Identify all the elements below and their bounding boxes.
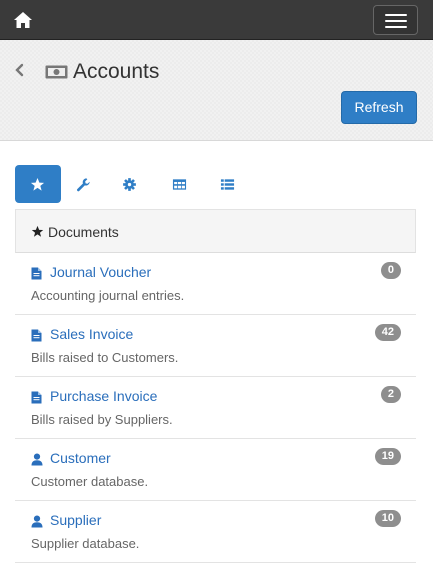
top-navbar	[0, 0, 433, 40]
item-description: Accounting journal entries.	[31, 288, 185, 303]
tab-starred[interactable]	[15, 165, 61, 203]
item-title[interactable]: Supplier	[50, 512, 101, 528]
list-item-sales-invoice[interactable]: Sales Invoice Bills raised to Customers.…	[15, 315, 416, 377]
section-header: Documents	[15, 209, 416, 253]
user-icon	[31, 515, 43, 528]
tab-setup[interactable]	[61, 165, 107, 203]
star-icon	[30, 177, 45, 191]
home-icon[interactable]	[13, 11, 33, 29]
wrench-icon	[77, 178, 90, 192]
count-badge: 2	[380, 386, 401, 403]
list-icon	[220, 179, 235, 190]
table-icon	[172, 179, 187, 190]
list-item-purchase-invoice[interactable]: Purchase Invoice Bills raised by Supplie…	[15, 377, 416, 439]
item-title[interactable]: Sales Invoice	[50, 326, 133, 342]
star-icon	[31, 225, 44, 237]
item-title[interactable]: Purchase Invoice	[50, 388, 157, 404]
tab-list[interactable]	[205, 165, 251, 203]
hamburger-icon-bar	[385, 20, 407, 22]
item-description: Customer database.	[31, 474, 149, 489]
count-badge: 10	[374, 510, 401, 527]
refresh-button[interactable]: Refresh	[341, 91, 417, 124]
file-icon	[31, 391, 42, 404]
tab-reports[interactable]	[157, 165, 203, 203]
tab-settings[interactable]	[107, 165, 153, 203]
chevron-left-icon[interactable]	[14, 63, 26, 77]
money-icon	[45, 65, 68, 79]
list-item-customer[interactable]: Customer Customer database. 19	[15, 439, 416, 501]
item-title[interactable]: Journal Voucher	[50, 264, 151, 280]
user-icon	[31, 453, 43, 466]
menu-toggle-button[interactable]	[373, 5, 418, 35]
item-description: Supplier database.	[31, 536, 140, 551]
list-item-journal-voucher[interactable]: Journal Voucher Accounting journal entri…	[15, 253, 416, 315]
item-title[interactable]: Customer	[50, 450, 111, 466]
count-badge: 0	[380, 262, 401, 279]
list-item-supplier[interactable]: Supplier Supplier database. 10	[15, 501, 416, 563]
count-badge: 19	[374, 448, 401, 465]
item-description: Bills raised by Suppliers.	[31, 412, 173, 427]
hamburger-icon-bar	[385, 26, 407, 28]
page-title: Accounts	[73, 60, 160, 83]
hamburger-icon	[385, 14, 407, 16]
gear-icon	[123, 178, 136, 191]
page-header: Accounts Refresh	[0, 40, 433, 141]
item-description: Bills raised to Customers.	[31, 350, 179, 365]
count-badge: 42	[374, 324, 401, 341]
section-title: Documents	[48, 224, 119, 240]
file-icon	[31, 267, 42, 280]
file-icon	[31, 329, 42, 342]
documents-list: Documents Journal Voucher Accounting jou…	[15, 209, 416, 563]
